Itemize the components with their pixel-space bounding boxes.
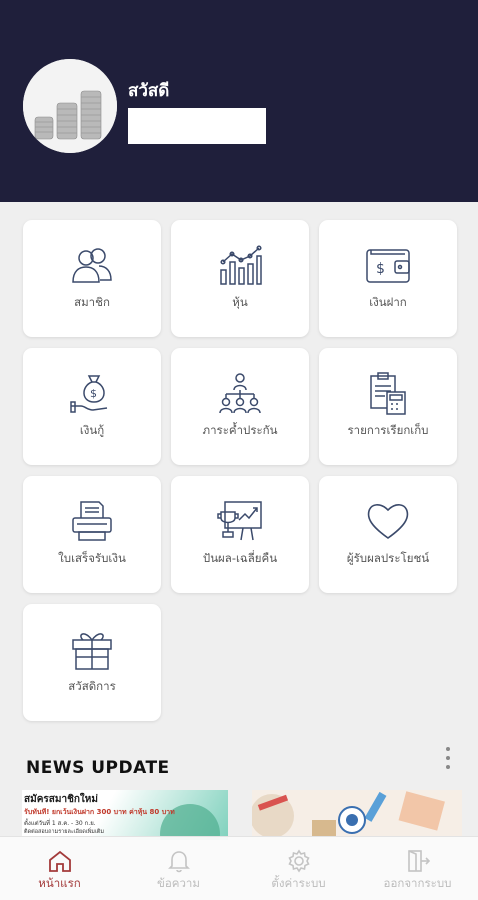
dividend-trophy-icon [217,501,262,541]
tab-label: ออกจากระบบ [383,876,452,890]
profile-header: สวัสดี [0,0,478,202]
menu-deposit[interactable]: $ เงินฝาก [319,220,457,337]
menu-label: ปันผล-เฉลี่ยคืน [202,551,278,565]
tab-label: ข้อความ [157,876,200,890]
menu-members[interactable]: สมาชิก [23,220,161,337]
tab-messages[interactable]: ข้อความ [119,837,238,900]
guarantor-hierarchy-icon [219,373,261,414]
menu-welfare[interactable]: สวัสดิการ [23,604,161,721]
menu-label: เงินกู้ [79,423,105,437]
news-section-title: NEWS UPDATE [26,758,170,778]
bell-icon [167,851,190,873]
tab-settings[interactable]: ตั้งค่าระบบ [239,837,358,900]
gift-icon [72,633,112,670]
wallet-icon: $ [366,249,410,283]
tab-logout[interactable]: ออกจากระบบ [358,837,477,900]
news-image [252,790,462,840]
stock-chart-icon [220,245,262,285]
menu-guarantee[interactable]: ภาระค้ำประกัน [171,348,309,465]
svg-text:$: $ [376,261,385,277]
loan-money-bag-icon: $ [70,375,108,413]
menu-label: ใบเสร็จรับเงิน [58,551,126,565]
menu-label: สมาชิก [74,295,110,309]
tab-label: ตั้งค่าระบบ [271,876,326,890]
avatar[interactable] [23,59,117,153]
heart-icon [367,504,409,539]
tab-home[interactable]: หน้าแรก [0,837,119,900]
menu-beneficiary[interactable]: ผู้รับผลประโยชน์ [319,476,457,593]
menu-loan[interactable]: $ เงินกู้ [23,348,161,465]
menu-label: รายการเรียกเก็บ [347,423,429,437]
bottom-tab-bar: หน้าแรก ข้อความ ตั้งค่าระบบ ออกจากระบบ [0,836,478,900]
news-date: ตั้งแต่วันที่ 1 ส.ค. - 30 ก.ย. [24,820,96,827]
menu-stock[interactable]: หุ้น [171,220,309,337]
news-subline: รับทันที! ยกเว้นเงินฝาก 300 บาท ค่าหุ้น … [24,808,175,816]
news-card[interactable]: สมัครสมาชิกใหม่ รับทันที! ยกเว้นเงินฝาก … [22,790,228,840]
menu-label: เงินฝาก [369,295,407,309]
coins-icon [23,59,117,153]
menu-label: ผู้รับผลประโยชน์ [346,551,430,565]
members-icon [72,248,112,283]
username-field [128,108,266,144]
menu-billing[interactable]: รายการเรียกเก็บ [319,348,457,465]
receipt-printer-icon [72,501,112,541]
svg-text:$: $ [90,387,97,400]
billing-calculator-icon [370,372,406,415]
greeting-text: สวัสดี [128,81,170,101]
logout-icon [407,850,430,872]
news-contact: ติดต่อสอบถามรายละเอียดเพิ่มเติม [24,829,104,835]
menu-label: สวัสดิการ [68,679,116,693]
tab-label: หน้าแรก [38,876,81,890]
menu-label: ภาระค้ำประกัน [202,423,278,437]
news-headline: สมัครสมาชิกใหม่ [24,794,98,805]
home-icon [48,850,71,872]
news-card[interactable] [252,790,462,840]
menu-dividend[interactable]: ปันผล-เฉลี่ยคืน [171,476,309,593]
gear-icon [287,849,310,873]
more-options-icon[interactable] [440,744,456,772]
menu-receipt[interactable]: ใบเสร็จรับเงิน [23,476,161,593]
menu-label: หุ้น [232,295,248,309]
